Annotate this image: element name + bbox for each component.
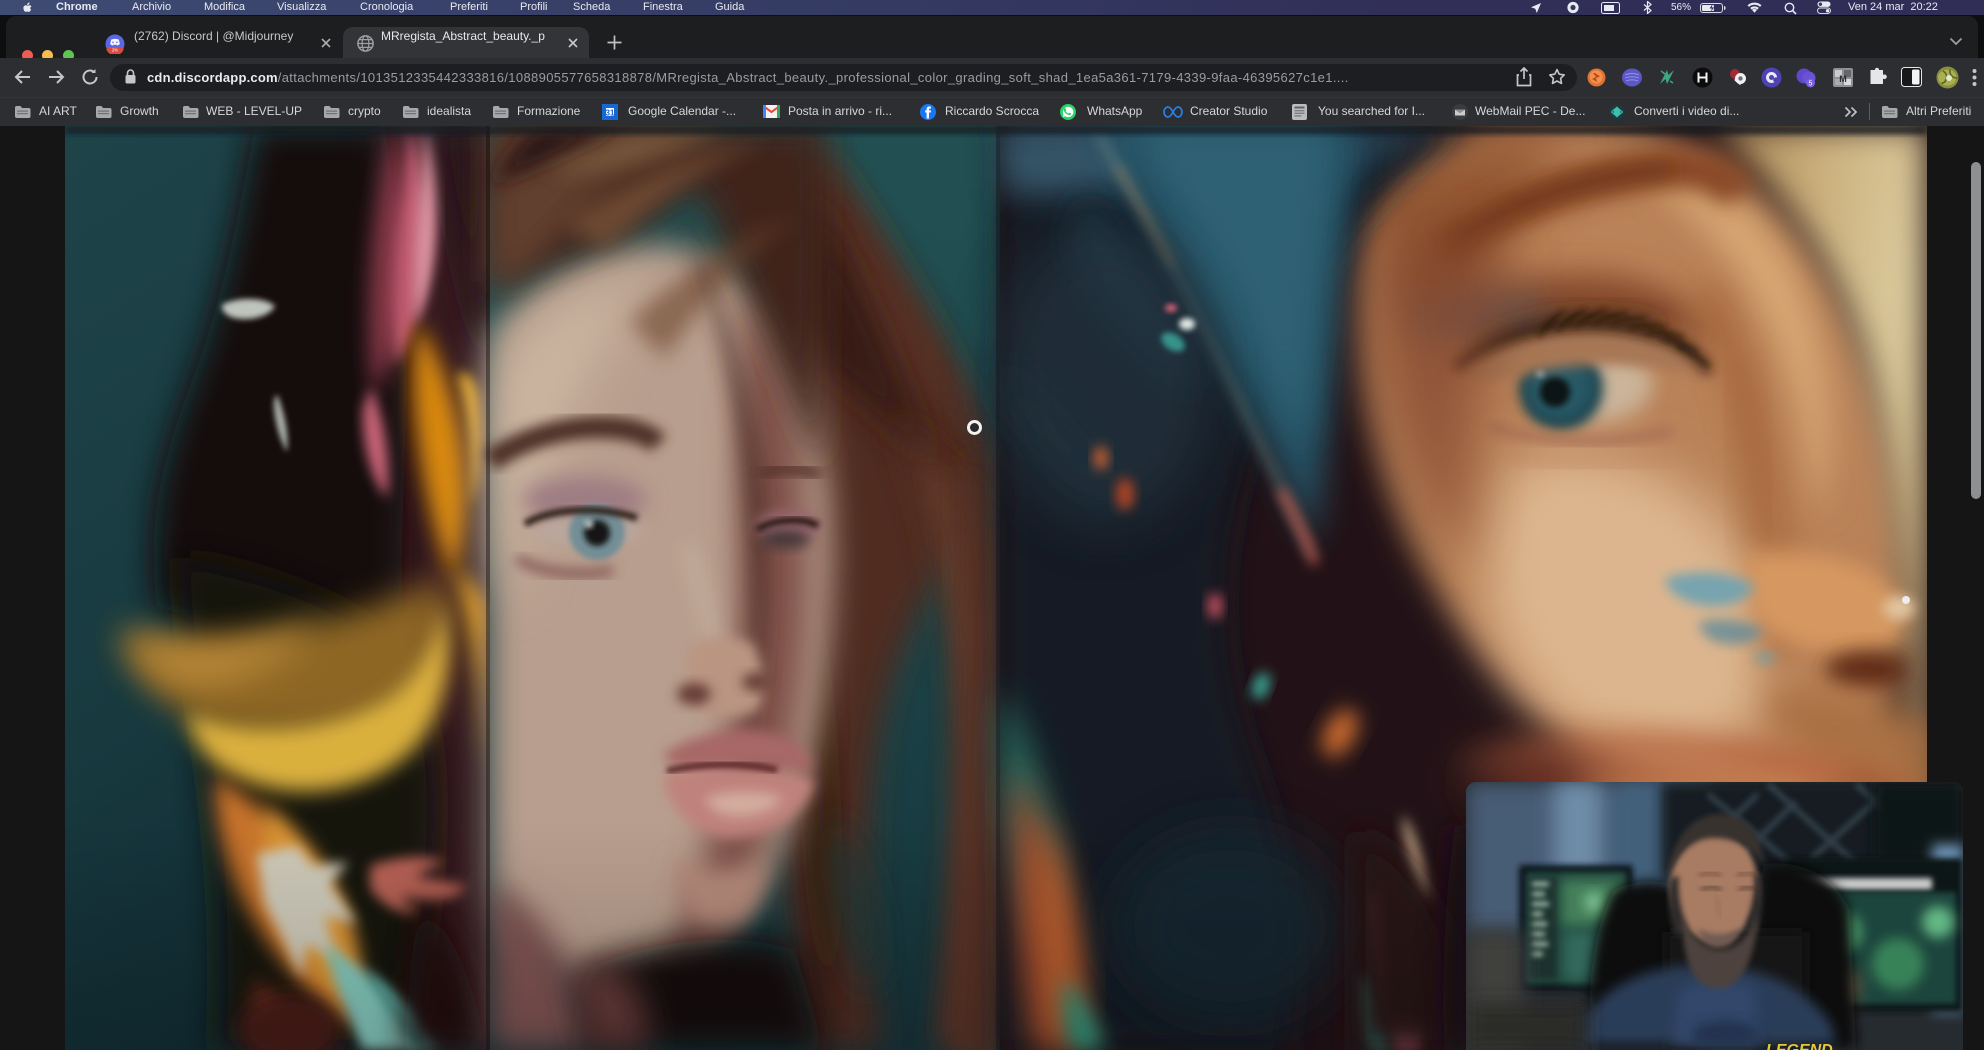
svg-text:2%: 2% (112, 48, 118, 53)
svg-text:LEGEND: LEGEND (1766, 1042, 1833, 1050)
svg-text:31: 31 (606, 109, 615, 118)
svg-text:5: 5 (1809, 80, 1813, 87)
svg-text:M: M (1839, 74, 1847, 84)
